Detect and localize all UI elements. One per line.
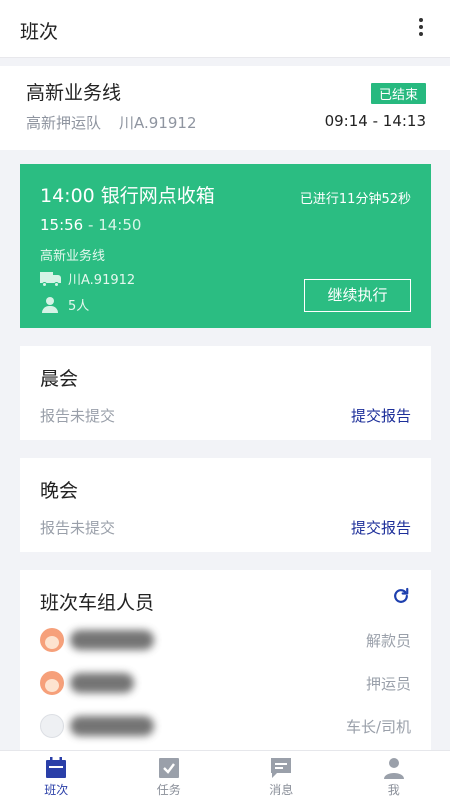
top-app-bar: 班次 (0, 0, 450, 58)
submit-report-link[interactable]: 提交报告 (351, 517, 411, 538)
avatar (40, 628, 64, 652)
user-icon (383, 758, 404, 779)
more-options-icon[interactable] (418, 18, 424, 38)
truck-icon (40, 271, 62, 287)
crew-member-role: 解款员 (365, 632, 411, 650)
crew-member-name-redacted (70, 673, 134, 693)
task-title: 14:00 银行网点收箱 (40, 185, 215, 207)
calendar-icon (46, 757, 67, 778)
crew-member-row[interactable]: 车长/司机 (40, 712, 411, 740)
route-team: 高新押运队 (26, 114, 102, 132)
checkbox-icon (158, 758, 179, 778)
nav-me[interactable]: 我 (338, 751, 450, 800)
meeting-status: 报告未提交 (40, 519, 116, 537)
avatar (40, 671, 64, 695)
crew-title: 班次车组人员 (40, 592, 155, 614)
nav-message[interactable]: 消息 (225, 751, 338, 800)
evening-meeting-card: 晚会 报告未提交 提交报告 (20, 458, 431, 552)
task-elapsed: 已进行11分钟52秒 (299, 192, 411, 207)
continue-button[interactable]: 继续执行 (304, 279, 411, 312)
message-icon (271, 758, 292, 778)
route-subinfo: 高新押运队 川A.91912 (26, 112, 197, 133)
person-icon (40, 296, 62, 313)
task-people: 5人 (68, 299, 90, 314)
crew-member-name-redacted (70, 716, 154, 736)
task-time: 15:56 - 14:50 (40, 216, 141, 234)
task-separator: - (83, 216, 99, 234)
nav-label: 我 (387, 783, 400, 797)
current-task-card[interactable]: 14:00 银行网点收箱 已进行11分钟52秒 15:56 - 14:50 高新… (20, 164, 431, 328)
route-time-range: 09:14 - 14:13 (324, 112, 426, 130)
task-plate-row: 川A.91912 (40, 269, 135, 288)
task-line: 高新业务线 (40, 249, 106, 264)
page-title: 班次 (20, 21, 59, 43)
meeting-title: 晨会 (40, 368, 79, 390)
crew-member-row[interactable]: 解款员 (40, 626, 411, 654)
morning-meeting-card: 晨会 报告未提交 提交报告 (20, 346, 431, 440)
crew-member-role: 押运员 (365, 675, 411, 693)
crew-card: 班次车组人员 解款员 押运员 车长/司机 (20, 570, 431, 752)
task-start: 15:56 (40, 216, 84, 234)
meeting-status: 报告未提交 (40, 407, 116, 425)
nav-shift[interactable]: 班次 (0, 751, 113, 800)
crew-member-role: 车长/司机 (345, 718, 411, 736)
crew-member-row[interactable]: 押运员 (40, 669, 411, 697)
task-end: 14:50 (98, 216, 142, 234)
task-people-row: 5人 (40, 295, 89, 314)
nav-task[interactable]: 任务 (113, 751, 226, 800)
submit-report-link[interactable]: 提交报告 (351, 405, 411, 426)
task-plate: 川A.91912 (68, 273, 136, 288)
nav-label: 班次 (44, 783, 69, 797)
refresh-icon[interactable] (391, 586, 411, 606)
avatar (40, 714, 64, 738)
nav-label: 任务 (156, 783, 181, 797)
status-badge: 已结束 (370, 83, 426, 104)
route-plate: 川A.91912 (119, 114, 197, 132)
meeting-title: 晚会 (40, 480, 79, 502)
nav-label: 消息 (269, 783, 294, 797)
bottom-navigation: 班次 任务 消息 我 (0, 750, 450, 800)
route-name: 高新业务线 (26, 82, 122, 104)
route-summary-card: 高新业务线 高新押运队 川A.91912 已结束 09:14 - 14:13 (0, 66, 450, 150)
crew-member-name-redacted (70, 630, 154, 650)
